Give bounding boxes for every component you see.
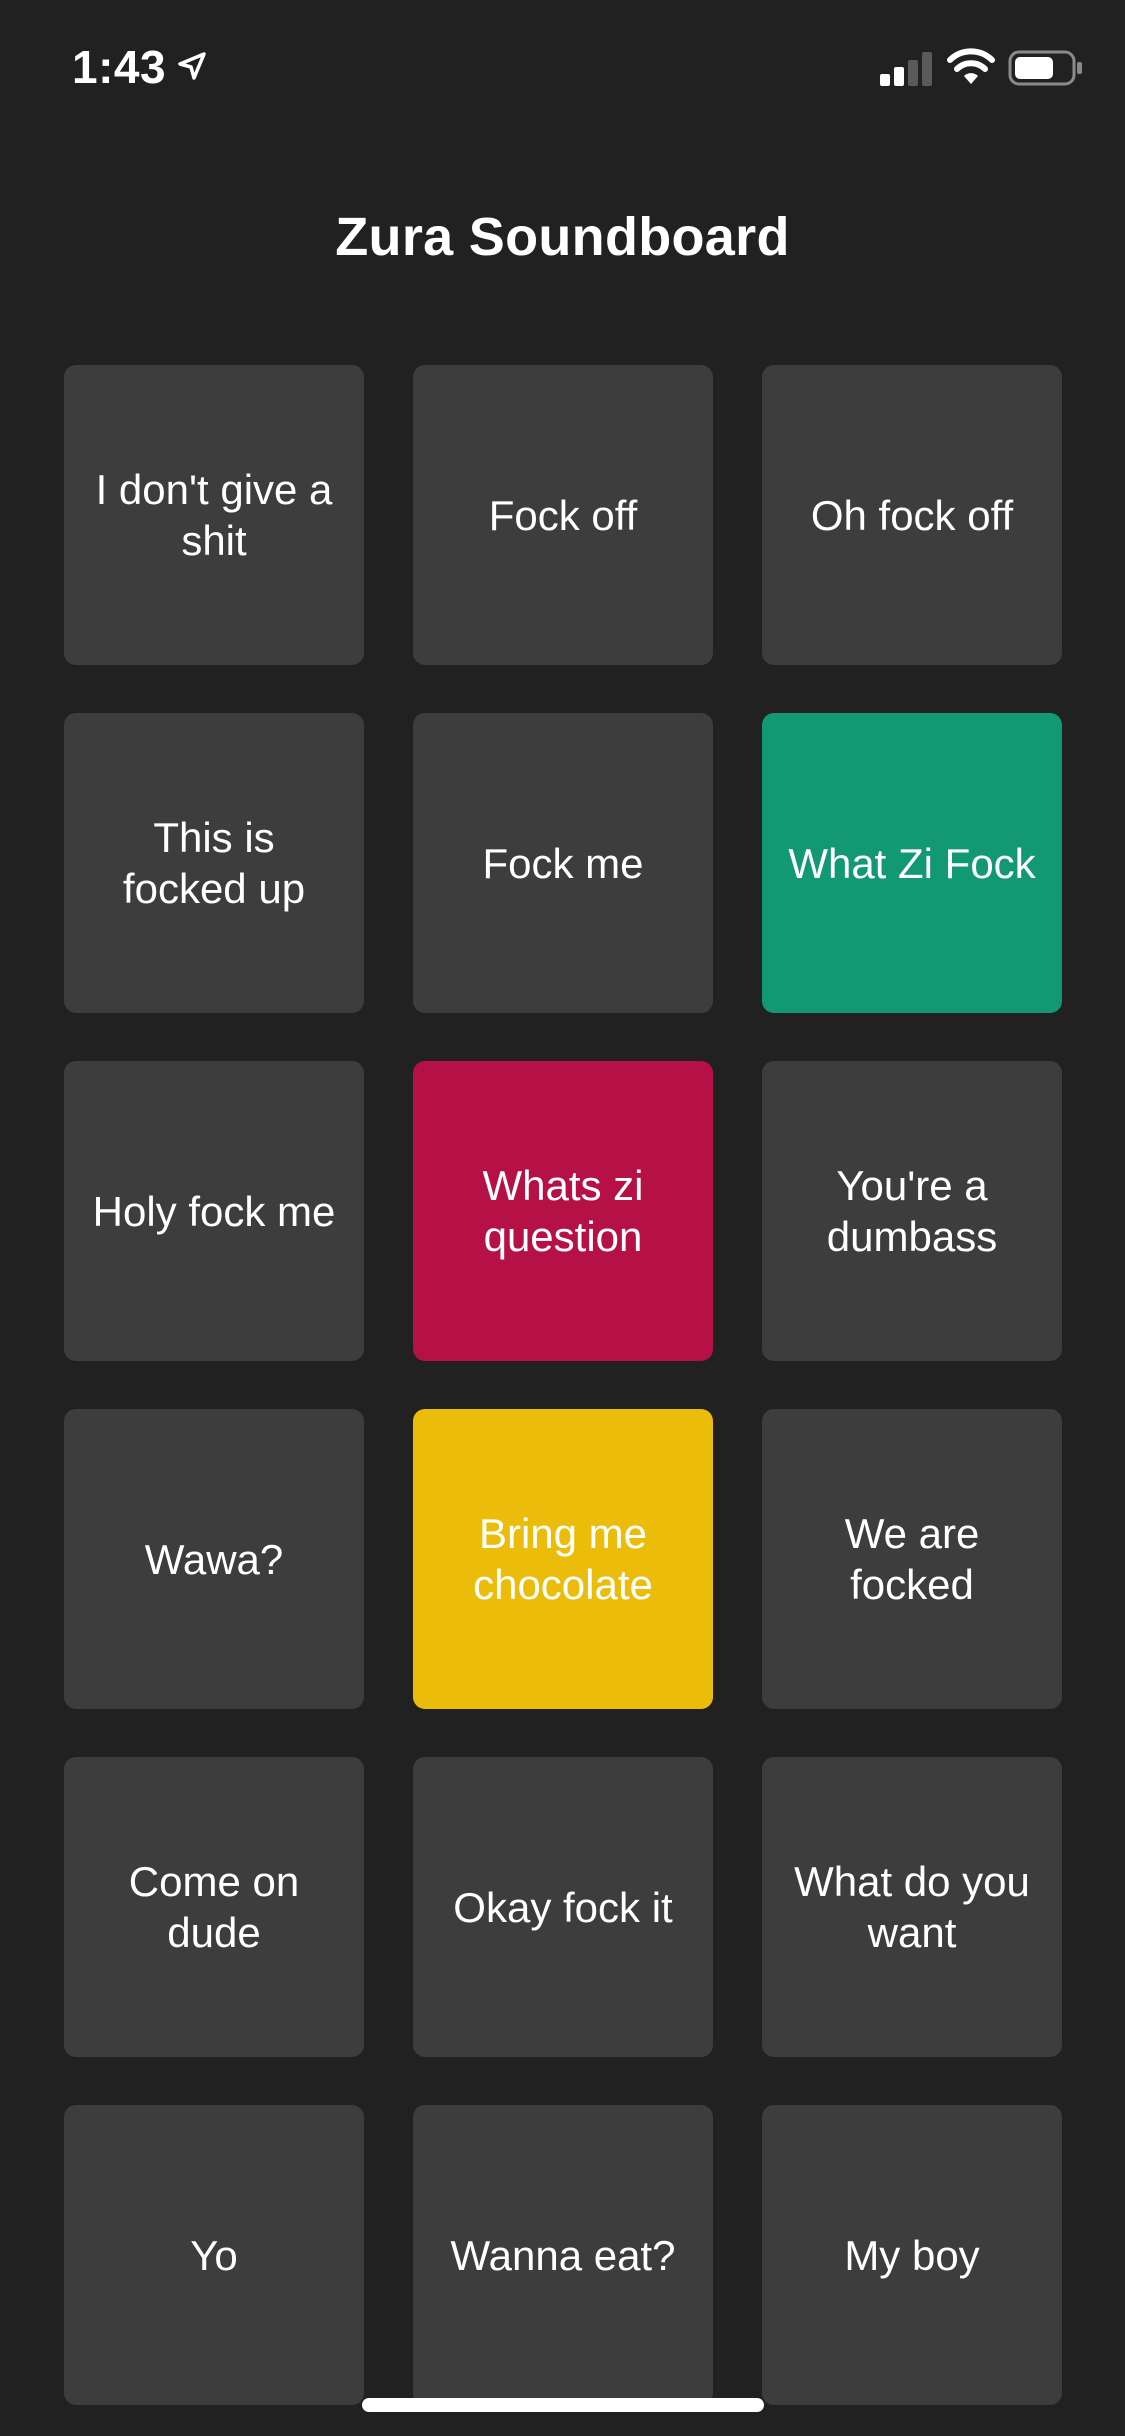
status-bar: 1:43 xyxy=(0,0,1125,132)
sound-button-label: Come on dude xyxy=(128,1858,300,1956)
sound-button-label: Yo xyxy=(190,2231,238,2279)
sound-button[interactable]: Wanna eat? xyxy=(413,2105,713,2405)
sound-button-label: Whats zi question xyxy=(482,1162,644,1260)
sound-button-label: We are focked xyxy=(844,1510,980,1608)
sound-button[interactable]: You're a dumbass xyxy=(762,1061,1062,1361)
sound-button-label: You're a dumbass xyxy=(826,1162,998,1260)
sound-button-label: Fock me xyxy=(482,839,644,887)
sound-button[interactable]: What Zi Fock xyxy=(762,713,1062,1013)
soundboard-screen: 1:43 Zura Soundboard I don't give a shit… xyxy=(0,0,1125,2436)
sound-button-label: Wanna eat? xyxy=(450,2231,676,2279)
sound-button-label: Fock off xyxy=(488,491,638,539)
sound-button-grid: I don't give a shit Fock off Oh fock off Th… xyxy=(64,365,1062,2405)
sound-button-label: Okay fock it xyxy=(453,1883,673,1931)
cellular-signal-icon xyxy=(880,52,932,86)
sound-button-label: Bring me chocolate xyxy=(473,1510,653,1608)
location-arrow-icon xyxy=(178,52,206,80)
sound-button-label: This is focked up xyxy=(122,814,306,912)
home-indicator[interactable] xyxy=(362,2398,764,2412)
sound-button-label: Wawa? xyxy=(144,1535,284,1583)
sound-button[interactable]: Fock me xyxy=(413,713,713,1013)
page-title: Zura Soundboard xyxy=(335,207,790,267)
sound-button[interactable]: We are focked xyxy=(762,1409,1062,1709)
sound-button[interactable]: Come on dude xyxy=(64,1757,364,2057)
sound-button-label: What Zi Fock xyxy=(788,839,1036,887)
sound-button[interactable]: Oh fock off xyxy=(762,365,1062,665)
status-time: 1:43 xyxy=(72,41,167,93)
sound-button[interactable]: This is focked up xyxy=(64,713,364,1013)
sound-button[interactable]: Wawa? xyxy=(64,1409,364,1709)
sound-button[interactable]: Okay fock it xyxy=(413,1757,713,2057)
sound-button-label: I don't give a shit xyxy=(95,466,333,564)
sound-button[interactable]: Fock off xyxy=(413,365,713,665)
battery-icon xyxy=(1008,50,1082,86)
sound-button[interactable]: Whats zi question xyxy=(413,1061,713,1361)
sound-button[interactable]: What do you want xyxy=(762,1757,1062,2057)
sound-button-label: Oh fock off xyxy=(810,491,1014,539)
sound-button-label: My boy xyxy=(844,2231,980,2279)
sound-button[interactable]: My boy xyxy=(762,2105,1062,2405)
sound-button[interactable]: Yo xyxy=(64,2105,364,2405)
sound-button-label: Holy fock me xyxy=(92,1187,336,1235)
sound-button-label: What do you want xyxy=(794,1858,1030,1956)
wifi-icon xyxy=(947,48,995,84)
sound-button[interactable]: Holy fock me xyxy=(64,1061,364,1361)
sound-button[interactable]: Bring me chocolate xyxy=(413,1409,713,1709)
sound-button[interactable]: I don't give a shit xyxy=(64,365,364,665)
